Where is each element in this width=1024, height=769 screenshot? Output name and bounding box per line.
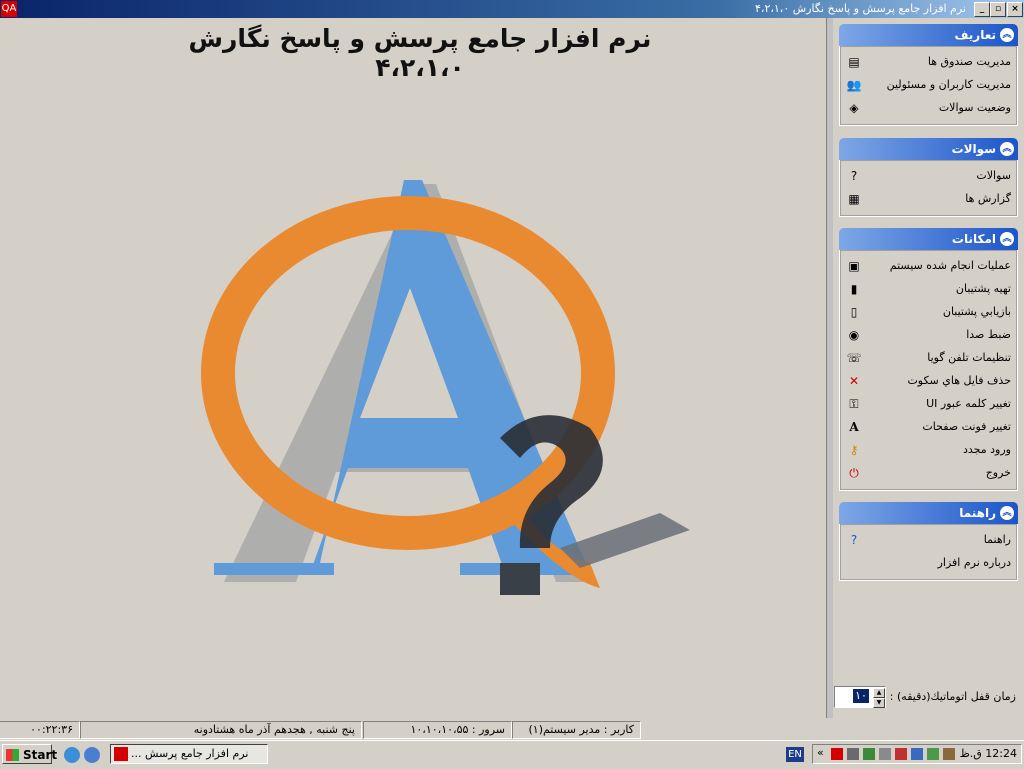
page-title: نرم افزار جامع پرسش و پاسخ نگارش ۴،۲،۱،۰ xyxy=(188,24,652,82)
windows-logo-icon xyxy=(6,749,19,761)
font-icon: A xyxy=(849,420,859,434)
language-indicator[interactable]: EN xyxy=(786,747,804,762)
group-header[interactable]: ︽ تعاريف xyxy=(839,24,1018,46)
restore-icon: ▯ xyxy=(850,305,858,319)
autolock-label: زمان قفل اتوماتيك(دقيقه) : xyxy=(889,690,1016,703)
start-button[interactable]: Start xyxy=(2,744,57,764)
menu-item-relogin[interactable]: ⚷ ورود مجدد xyxy=(840,438,1017,461)
status-bar: کاربر : مدير سيستم(۱) سرور : ۱۰،۱۰،۱۰،۵۵… xyxy=(0,718,1024,740)
users-icon: 👥 xyxy=(846,78,862,92)
collapse-icon[interactable]: ︽ xyxy=(1000,28,1014,42)
menu-item-delete-silence[interactable]: ✕ حذف فايل هاي سکوت xyxy=(840,369,1017,392)
menu-item-reports[interactable]: ▦ گزارش ها xyxy=(840,187,1017,210)
delete-icon: ✕ xyxy=(848,374,860,388)
main-area: نرم افزار جامع پرسش و پاسخ نگارش ۴،۲،۱،۰ xyxy=(0,18,826,718)
settings-tray-icon[interactable] xyxy=(879,748,891,760)
maximize-button[interactable]: ▫ xyxy=(990,2,1006,17)
collapse-icon[interactable]: ︽ xyxy=(1000,142,1014,156)
status-server: سرور : ۱۰،۱۰،۱۰،۵۵ xyxy=(363,721,512,739)
menu-item-exit[interactable]: ⏻ خروج xyxy=(840,461,1017,484)
menu-item-about[interactable]: درباره نرم افزار xyxy=(840,551,1017,574)
app-icon xyxy=(114,747,128,761)
status-icon: ◈ xyxy=(849,101,859,115)
group-title: راهنما xyxy=(959,506,996,520)
menu-item-questions[interactable]: ? سوالات xyxy=(840,164,1017,187)
menu-item-system-log[interactable]: ▣ عمليات انجام شده سيستم xyxy=(840,254,1017,277)
autolock-spinner[interactable]: ۱۰ ▲ ▼ xyxy=(834,686,886,708)
question-icon: ? xyxy=(850,169,858,183)
tray-misc-icon[interactable] xyxy=(943,748,955,760)
group-questions: ︽ سوالات ? سوالات ▦ گزارش ها xyxy=(839,138,1018,217)
taskbar: Start نرم افزار جامع پرسش ... EN « 12:24… xyxy=(0,740,1024,769)
app-tray-icon[interactable] xyxy=(831,748,843,760)
clock[interactable]: 12:24 ق.ظ xyxy=(960,747,1017,760)
status-user: کاربر : مدير سيستم(۱) xyxy=(512,721,641,739)
collapse-icon[interactable]: ︽ xyxy=(1000,232,1014,246)
antivirus-icon[interactable] xyxy=(895,748,907,760)
autolock-control: زمان قفل اتوماتيك(دقيقه) : ۱۰ ▲ ▼ xyxy=(832,686,1022,708)
group-features: ︽ امکانات ▣ عمليات انجام شده سيستم ▮ تهيه … xyxy=(839,228,1018,491)
group-help: ︽ راهنما ? راهنما درباره نرم افزار xyxy=(839,502,1018,581)
minimize-button[interactable]: _ xyxy=(974,2,990,17)
menu-item-help[interactable]: ? راهنما xyxy=(840,528,1017,551)
status-date: پنج شنبه , هجدهم آذر ماه هشتادونه xyxy=(80,721,362,739)
menu-item-restore[interactable]: ▯ بازيابي پشتيبان xyxy=(840,300,1017,323)
backup-icon: ▮ xyxy=(850,282,858,296)
log-icon: ▣ xyxy=(848,259,860,273)
collapse-icon[interactable]: ︽ xyxy=(1000,506,1014,520)
app-icon[interactable]: QA xyxy=(1,1,17,17)
help-icon: ? xyxy=(850,533,858,547)
password-icon: ⚿ xyxy=(849,397,859,411)
menu-item-ivr-settings[interactable]: ☏ تنظيمات تلفن گويا xyxy=(840,346,1017,369)
close-button[interactable]: × xyxy=(1007,2,1023,17)
display-icon[interactable] xyxy=(911,748,923,760)
relogin-icon: ⚷ xyxy=(849,443,859,457)
network-icon[interactable] xyxy=(847,748,859,760)
group-definitions: ︽ تعاريف ▤ مديريت صندوق ها 👥 مديريت کاربرا… xyxy=(839,24,1018,126)
ie-icon[interactable] xyxy=(64,747,80,763)
spin-up-icon[interactable]: ▲ xyxy=(873,688,885,698)
volume-icon[interactable] xyxy=(863,748,875,760)
group-header[interactable]: ︽ امکانات xyxy=(839,228,1018,250)
group-title: امکانات xyxy=(951,232,996,246)
taskbar-app-button[interactable]: نرم افزار جامع پرسش ... xyxy=(110,744,268,764)
menu-item-backup[interactable]: ▮ تهيه پشتيبان xyxy=(840,277,1017,300)
window-title: نرم افزار جامع پرسش و پاسخ نگارش ۴،۲،۱،۰ xyxy=(754,2,966,15)
mailbox-icon: ▤ xyxy=(848,55,860,69)
explorer-icon[interactable] xyxy=(84,747,100,763)
report-icon: ▦ xyxy=(848,192,860,206)
system-tray: « 12:24 ق.ظ xyxy=(812,744,1022,764)
status-time: ۰۰:۲۲:۳۶ xyxy=(0,721,80,739)
group-title: سوالات xyxy=(951,142,996,156)
spin-down-icon[interactable]: ▼ xyxy=(873,698,885,708)
task-panel: ︽ تعاريف ▤ مديريت صندوق ها 👥 مديريت کاربرا… xyxy=(833,18,1024,718)
menu-item-manage-users[interactable]: 👥 مديريت کاربران و مسئولين xyxy=(840,73,1017,96)
tray-expand-icon[interactable]: « xyxy=(817,746,824,759)
phone-settings-icon: ☏ xyxy=(846,351,862,365)
update-icon[interactable] xyxy=(927,748,939,760)
menu-item-manage-mailboxes[interactable]: ▤ مديريت صندوق ها xyxy=(840,50,1017,73)
menu-item-record-audio[interactable]: ◉ ضبط صدا xyxy=(840,323,1017,346)
autolock-value[interactable]: ۱۰ xyxy=(853,689,869,703)
qa-logo xyxy=(201,180,690,595)
group-title: تعاريف xyxy=(954,28,997,42)
group-header[interactable]: ︽ سوالات xyxy=(839,138,1018,160)
menu-item-change-password[interactable]: ⚿ تغيير کلمه عبور UI xyxy=(840,392,1017,415)
title-bar: QA نرم افزار جامع پرسش و پاسخ نگارش ۴،۲،… xyxy=(0,0,1024,18)
group-header[interactable]: ︽ راهنما xyxy=(839,502,1018,524)
menu-item-change-font[interactable]: A تغيير فونت صفحات xyxy=(840,415,1017,438)
menu-item-question-status[interactable]: ◈ وضعيت سوالات xyxy=(840,96,1017,119)
exit-icon: ⏻ xyxy=(849,466,859,480)
record-icon: ◉ xyxy=(848,328,860,342)
